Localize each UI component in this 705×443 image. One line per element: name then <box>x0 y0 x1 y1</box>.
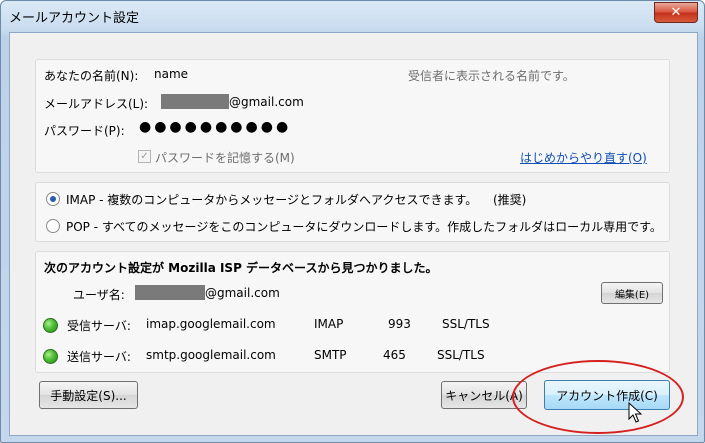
incoming-status-icon <box>43 318 58 333</box>
cancel-button[interactable]: キャンセル(A) <box>441 381 527 409</box>
name-hint: 受信者に表示される名前です。 <box>408 69 575 83</box>
incoming-security: SSL/TLS <box>442 317 490 331</box>
remember-password-label: パスワードを記憶する(M) <box>155 151 295 165</box>
name-label: あなたの名前(N): <box>44 69 139 83</box>
password-label: パスワード(P): <box>44 124 125 138</box>
imap-label[interactable]: IMAP - 複数のコンピュータからメッセージとフォルダへアクセスできます。 <box>66 191 477 208</box>
restart-link[interactable]: はじめからやり直す(O) <box>520 149 647 166</box>
username-label: ユーザ名: <box>73 288 125 302</box>
identity-group: あなたの名前(N): name 受信者に表示される名前です。 メールアドレス(L… <box>35 59 670 173</box>
found-heading: 次のアカウント設定が Mozilla ISP データベースから見つかりました。 <box>44 261 438 275</box>
imap-radio[interactable] <box>46 192 60 206</box>
outgoing-port: 465 <box>383 348 406 362</box>
mouse-cursor-icon <box>628 402 642 423</box>
email-label: メールアドレス(L): <box>44 97 149 111</box>
pop-label[interactable]: POP - すべてのメッセージをこのコンピュータにダウンロードします。作成したフ… <box>66 218 662 235</box>
edit-button[interactable]: 編集(E) <box>601 282 663 304</box>
imap-recommend: (推奨) <box>493 193 527 207</box>
title-bar[interactable]: メールアカウント設定 ✕ <box>1 1 704 31</box>
username-redaction <box>135 285 205 300</box>
create-account-button[interactable]: アカウント作成(C) <box>544 380 670 410</box>
incoming-label: 受信サーバ: <box>67 319 131 333</box>
password-input[interactable]: ●●●●●●●●●● <box>139 119 291 135</box>
outgoing-security: SSL/TLS <box>437 348 485 362</box>
close-icon: ✕ <box>670 5 682 20</box>
email-redaction <box>161 94 229 109</box>
window-title: メールアカウント設定 <box>9 11 140 26</box>
manual-config-button[interactable]: 手動設定(S)... <box>39 381 138 409</box>
dialog-window: メールアカウント設定 ✕ あなたの名前(N): name 受信者に表示される名前… <box>0 0 705 443</box>
dialog-content: あなたの名前(N): name 受信者に表示される名前です。 メールアドレス(L… <box>9 32 698 436</box>
email-input[interactable]: @gmail.com <box>229 95 304 109</box>
outgoing-type: SMTP <box>314 348 347 362</box>
name-input[interactable]: name <box>154 67 188 81</box>
incoming-type: IMAP <box>314 317 344 331</box>
username-value: @gmail.com <box>205 286 280 300</box>
remember-password-checkbox[interactable]: ✓ <box>138 150 151 163</box>
protocol-group: IMAP - 複数のコンピュータからメッセージとフォルダへアクセスできます。 (… <box>35 182 670 242</box>
incoming-port: 993 <box>388 317 411 331</box>
outgoing-label: 送信サーバ: <box>67 350 131 364</box>
outgoing-host: smtp.googlemail.com <box>146 348 276 362</box>
outgoing-status-icon <box>43 349 58 364</box>
found-settings-group: 次のアカウント設定が Mozilla ISP データベースから見つかりました。 … <box>35 251 670 373</box>
pop-radio[interactable] <box>46 219 60 233</box>
close-button[interactable]: ✕ <box>654 2 698 23</box>
incoming-host: imap.googlemail.com <box>146 317 276 331</box>
